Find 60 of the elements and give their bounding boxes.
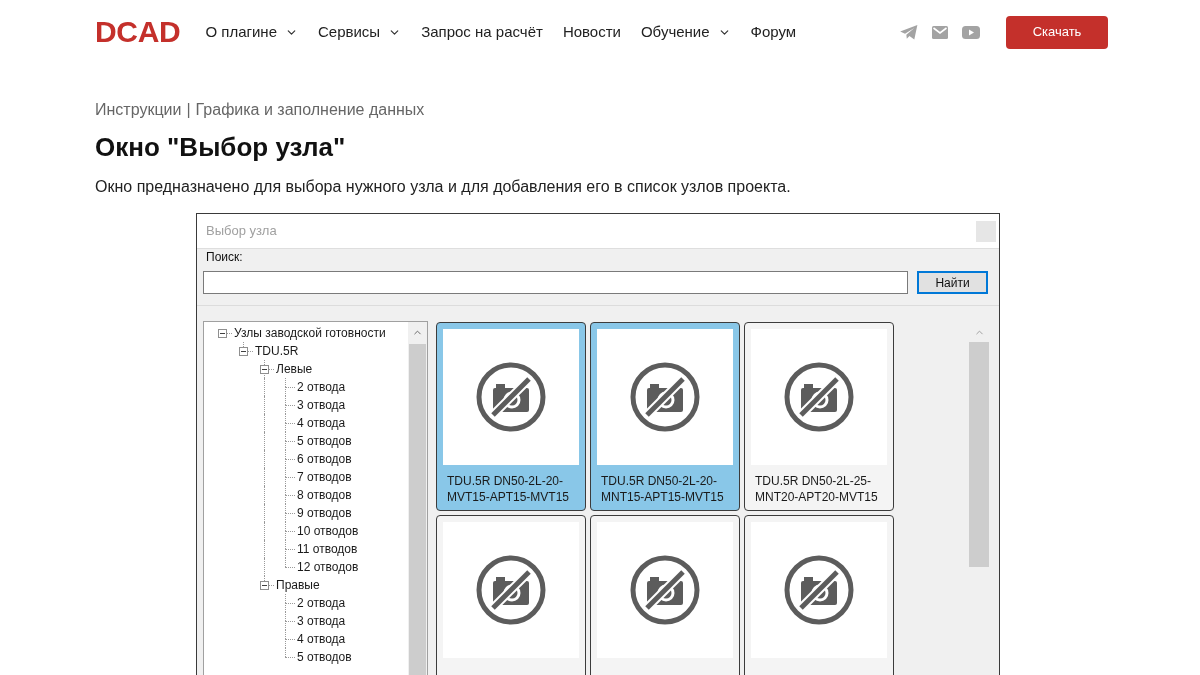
tree-item[interactable]: 12 отводов [297, 558, 359, 576]
node-card[interactable] [436, 515, 586, 675]
no-camera-icon [630, 555, 700, 625]
nav-link[interactable]: О плагине [205, 22, 298, 42]
download-button[interactable]: Скачать [1006, 15, 1108, 49]
breadcrumb-link[interactable]: Графика и заполнение данных [195, 98, 425, 122]
scrollbar-thumb[interactable] [409, 344, 426, 675]
tree-item[interactable]: 4 отвода [297, 630, 346, 648]
tree-item[interactable]: 2 отвода [297, 378, 346, 396]
card-label: TDU.5R DN50-2L-20-MVT15-APT15-MVT15 [446, 473, 571, 505]
tree-item[interactable]: 3 отвода [297, 396, 346, 414]
search-field[interactable] [203, 271, 908, 294]
nav-link[interactable]: Запрос на расчёт [421, 22, 543, 42]
tree-item[interactable]: Правые [276, 576, 320, 594]
card-label: TDU.5R DN50-2L-20-MNT15-APT15-MVT15 [600, 473, 725, 505]
node-card[interactable]: TDU.5R DN50-2L-25-MNT20-APT20-MVT15 [744, 322, 894, 511]
breadcrumb-separator: | [186, 100, 191, 120]
nav-link[interactable]: Сервисы [318, 22, 402, 42]
tree-item[interactable]: 5 отводов [297, 432, 352, 450]
no-camera-icon [784, 555, 854, 625]
search-label: Поиск: [206, 250, 243, 264]
no-camera-icon [630, 362, 700, 432]
window-title: Выбор узла [206, 222, 277, 241]
page-title: Окно "Выбор узла" [95, 131, 347, 163]
tree-item[interactable]: 6 отводов [297, 450, 352, 468]
find-button[interactable]: Найти [917, 271, 988, 294]
tree-item[interactable]: 11 отводов [297, 540, 358, 558]
nav-link[interactable]: Форум [750, 22, 797, 42]
tree-item[interactable]: TDU.5R [255, 342, 299, 360]
tree-item[interactable]: Узлы заводской готовности [234, 324, 386, 342]
tree-item[interactable]: 3 отвода [297, 612, 346, 630]
collapse-icon[interactable] [217, 328, 227, 338]
paper-plane-icon[interactable] [900, 24, 918, 40]
tree-item[interactable]: 9 отводов [297, 504, 352, 522]
node-card[interactable]: TDU.5R DN50-2L-20-MNT15-APT15-MVT15 [590, 322, 740, 511]
node-card[interactable] [590, 515, 740, 675]
tree-item[interactable]: 10 отводов [297, 522, 359, 540]
tree-item[interactable]: 8 отводов [297, 486, 352, 504]
logo[interactable]: DCAD [95, 16, 181, 48]
play-button-icon[interactable] [962, 25, 980, 39]
no-camera-icon [476, 362, 546, 432]
node-card[interactable] [744, 515, 894, 675]
tree-item[interactable]: 2 отвода [297, 594, 346, 612]
tree-item[interactable]: Левые [276, 360, 313, 378]
nav-link[interactable]: Обучение [640, 22, 731, 42]
nav-link[interactable]: Новости [562, 22, 621, 42]
node-card[interactable]: TDU.5R DN50-2L-20-MVT15-APT15-MVT15 [436, 322, 586, 511]
no-camera-icon [476, 555, 546, 625]
collapse-icon[interactable] [259, 580, 269, 590]
card-label: TDU.5R DN50-2L-25-MNT20-APT20-MVT15 [754, 473, 879, 505]
breadcrumb-link[interactable]: Инструкции [95, 98, 182, 122]
collapse-icon[interactable] [238, 346, 248, 356]
intro-text: Окно предназначено для выбора нужного узла и для добавления его в список узлов проекта. [95, 177, 792, 197]
tree-item[interactable]: 7 отводов [297, 468, 352, 486]
scrollbar-thumb[interactable] [969, 342, 989, 567]
tree-item[interactable]: 4 отвода [297, 414, 346, 432]
collapse-icon[interactable] [259, 364, 269, 374]
tree-item[interactable]: 5 отводов [297, 648, 352, 666]
no-camera-icon [784, 362, 854, 432]
envelope-icon[interactable] [932, 25, 948, 39]
